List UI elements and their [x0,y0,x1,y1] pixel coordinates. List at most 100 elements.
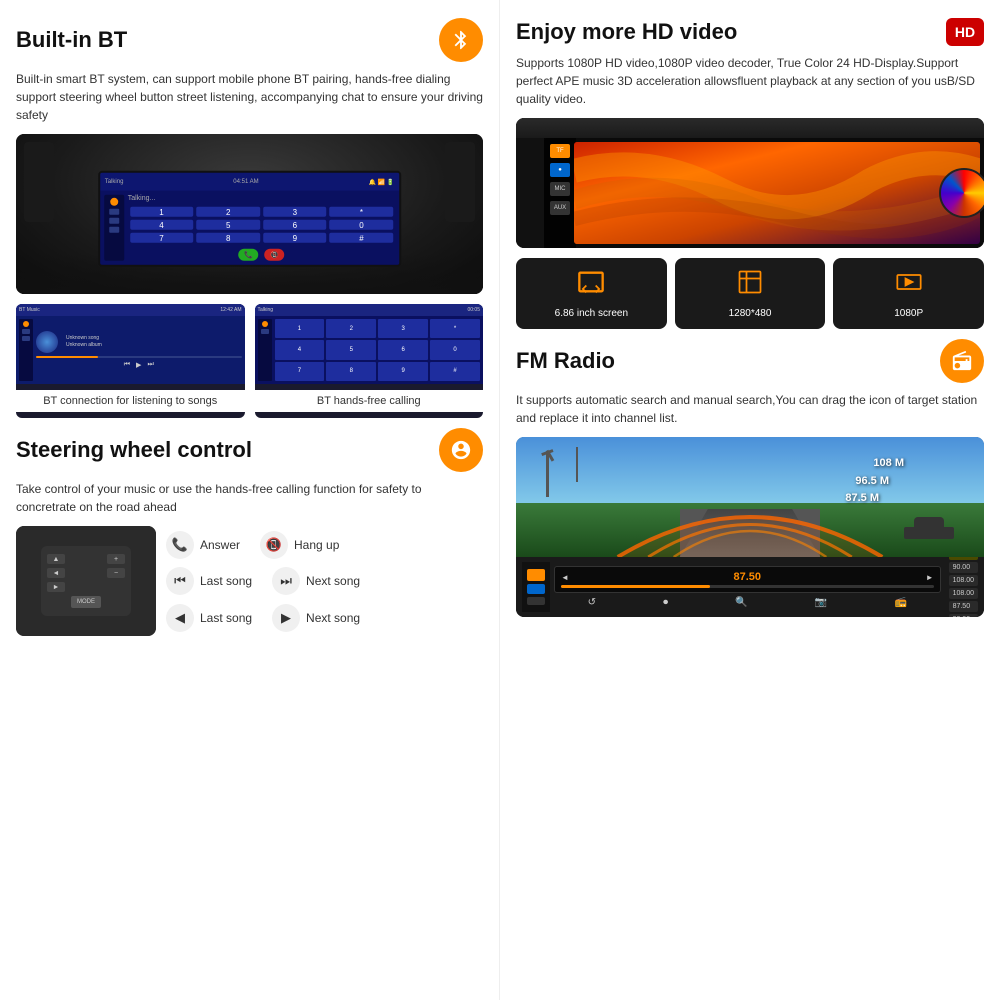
prev-song-icon: ⏮ [166,567,194,595]
hd-left-controls: TF ● MIC AUX [544,138,576,248]
play-1080p-icon [895,268,923,302]
bt-music-card: BT Music 12:42 AM [16,304,245,418]
sidebar-dot [110,198,118,206]
screen-size-icon [577,268,605,302]
cn-5: 5 [326,340,376,359]
steering-icon [439,428,483,472]
resolution-icon [736,268,764,302]
next-btn: ⏭ [147,361,153,369]
key-5: 5 [196,220,260,230]
head-unit-container: Talking 04:51 AM 🔔 📶 🔋 Talking... [98,171,402,267]
fm-seek-bar [561,585,934,588]
fm-ch-6: 90.00 [949,614,978,617]
key-star: * [330,207,394,217]
call-duration: 00:05 [467,307,480,313]
hd-main-screen: TF ● MIC AUX [516,118,984,248]
bt-music-label: BT connection for listening to songs [16,390,245,412]
cn-6: 6 [378,340,428,359]
bt-section-header: Built-in BT [16,18,483,62]
cn-4: 4 [275,340,325,359]
hd-screen-container: TF ● MIC AUX [516,118,984,248]
fm-btn-blue [527,584,545,594]
cn-1: 1 [275,319,325,338]
sw-vol-up: + [107,554,125,564]
control-row-1: 📞 Answer 📵 Hang up [166,531,483,559]
song-title: Unknown song [66,335,102,342]
hd-tf-btn: TF [550,144,570,158]
hangup-icon: 📵 [260,531,288,559]
fm-icon-5: 📻 [895,597,907,608]
bt-music-screen: BT Music 12:42 AM [16,304,245,384]
fm-icon-2: ⏺ [663,597,668,608]
next-song-label: Next song [306,574,360,588]
bt-description: Built-in smart BT system, can support mo… [16,70,483,124]
bt-calling-screen: Talking 00:05 1 2 3 * 4 [255,304,484,384]
next-song-item: ⏭ Next song [272,567,360,595]
head-unit-screen: Talking 04:51 AM 🔔 📶 🔋 Talking... [98,171,402,267]
fm-main-freq-display: 87.50 [734,571,762,583]
car-interior: Talking 04:51 AM 🔔 📶 🔋 Talking... [16,134,483,294]
fm-ch-5: 87.50 [949,601,978,612]
numpad-grid: 1 2 3 * 4 5 6 0 7 8 9 # [128,205,396,245]
device-bezel: TF ● MIC AUX [544,138,984,248]
swirl-background [574,142,980,244]
call-body: 1 2 3 * 4 5 6 0 7 8 9 # [255,316,484,384]
fm-description: It supports automatic search and manual … [516,391,984,427]
hd-mic-btn: MIC [550,182,570,196]
bt-main-screen-wrapper: Talking 04:51 AM 🔔 📶 🔋 Talking... [16,134,483,294]
screen-status: Talking [105,179,124,185]
control-row-3: ◀ Last song ▶ Next song [166,604,483,632]
fm-radio-screen: 108 M 96.5 M 87.5 M [516,437,984,617]
sw-vol-dn: − [107,568,125,578]
sidebar-btn-3 [109,227,119,233]
fm-next-btn: ► [926,573,934,582]
steering-controls-list: 📞 Answer 📵 Hang up ⏮ Last song ⏭ [166,526,483,636]
control-row-2: ⏮ Last song ⏭ Next song [166,567,483,595]
key-2: 2 [196,207,260,217]
fm-tuner-row: ◄ 87.50 ► [561,571,934,583]
screen-size-label: 6.86 inch screen [555,308,628,319]
key-6: 6 [263,220,327,230]
call-numpad: 1 2 3 * 4 5 6 0 7 8 9 # [275,319,481,381]
hd-section-header: Enjoy more HD video HD [516,18,984,46]
music-dot [23,321,29,327]
next-song-icon: ⏭ [272,567,300,595]
hd-badge-label: HD [955,24,975,40]
turbine1-mast [546,452,549,497]
fm-icon-3: 🔍 [735,597,747,608]
hd-color-screen [574,142,980,244]
fm-prev-btn: ◄ [561,573,569,582]
hangup-item: 📵 Hang up [260,531,339,559]
music-info-row: Unknown song Unknown album [36,331,242,353]
fm-icon-1: ↺ [588,597,596,608]
fm-title: FM Radio [516,348,615,374]
key-9: 9 [263,233,327,243]
fm-left-panel [522,562,550,612]
fm-section: FM Radio It supports automatic search an… [516,339,984,617]
music-mini: BT Music 12:42 AM [16,304,245,384]
resolution-label: 1280*480 [729,308,772,319]
music-progress-fill [36,356,98,358]
screen-time: 04:51 AM [233,179,258,185]
feature-resolution: 1280*480 [675,258,826,329]
hangup-label: Hang up [294,538,339,552]
swirl-svg [574,142,980,244]
fm-bottom-icons: ↺ ⏺ 🔍 📷 📻 [554,597,941,608]
sw-btn-dn: ◄ [47,568,65,578]
vol-up-item: ▶ Next song [272,604,360,632]
fm-ch-4: 108.00 [949,588,978,599]
sw-btn-rt: ► [47,582,65,592]
fm-btn-3 [527,597,545,605]
album-art [36,331,58,353]
playback-controls: ⏮ ▶ ⏭ [36,361,242,369]
music-content: Unknown song Unknown album ⏮ ▶ ⏭ [36,319,242,381]
fm-device-screen: ◄ 87.50 ► ↺ ⏺ 🔍 📷 📻 [516,557,984,617]
music-body: Unknown song Unknown album ⏮ ▶ ⏭ [16,316,245,384]
calling-mini: Talking 00:05 1 2 3 * 4 [255,304,484,384]
fm-ch-3: 108.00 [949,575,978,586]
hd-description: Supports 1080P HD video,1080P video deco… [516,54,984,108]
fm-main-content: ◄ 87.50 ► ↺ ⏺ 🔍 📷 📻 [550,566,945,608]
call-menu [261,329,269,334]
bt-title: Built-in BT [16,27,127,53]
prev-btn: ⏮ [124,361,130,369]
